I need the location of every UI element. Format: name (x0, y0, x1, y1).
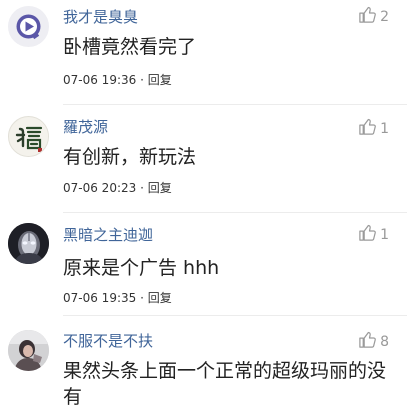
comment-item: 黑暗之主迪迦 1 原来是个广告 hhh 07-06 19:35 · 回复 (0, 213, 407, 316)
play-logo-avatar-icon (8, 6, 49, 47)
hero-avatar-icon (8, 223, 49, 264)
comment-item: 羅茂源 1 有创新，新玩法 07-06 20:23 · 回复 (0, 105, 407, 213)
comment-text: 果然头条上面一个正常的超级玛丽的没有 (63, 360, 387, 408)
like-button[interactable]: 1 (358, 117, 389, 136)
username[interactable]: 羅茂源 (63, 116, 108, 137)
user-avatar[interactable] (8, 330, 49, 371)
user-avatar[interactable] (8, 116, 49, 157)
thumbs-up-icon (359, 331, 376, 348)
meta-separator: · (140, 291, 148, 305)
like-button[interactable]: 8 (358, 330, 389, 349)
username[interactable]: 不服不是不扶 (63, 330, 153, 351)
comment-time: 07-06 19:35 (63, 291, 137, 305)
like-button[interactable]: 2 (358, 5, 389, 24)
comment-text: 有创新，新玩法 (63, 146, 197, 168)
comment-time: 07-06 20:23 (63, 181, 137, 195)
thumbs-up-icon (359, 118, 376, 135)
user-avatar[interactable] (8, 6, 49, 47)
thumbs-up-icon (359, 224, 376, 241)
reply-button[interactable]: 回复 (148, 73, 172, 87)
user-avatar[interactable] (8, 223, 49, 264)
like-count: 8 (380, 334, 389, 350)
like-count: 2 (380, 9, 389, 25)
photo-avatar-icon (8, 330, 49, 371)
thumbs-up-icon (359, 6, 376, 23)
like-count: 1 (380, 227, 389, 243)
comment-item: 不服不是不扶 8 果然头条上面一个正常的超级玛丽的没有 (0, 316, 407, 419)
comment-text: 卧槽竟然看完了 (63, 36, 197, 58)
reply-button[interactable]: 回复 (148, 181, 172, 195)
like-count: 1 (380, 121, 389, 137)
comment-text: 原来是个广告 hhh (63, 257, 220, 279)
username[interactable]: 黑暗之主迪迦 (63, 224, 153, 245)
comment-item: 我才是臭臭 2 卧槽竟然看完了 07-06 19:36 · 回复 (0, 0, 407, 105)
comment-meta: 07-06 19:36 · 回复 (63, 71, 172, 88)
comment-meta: 07-06 20:23 · 回复 (63, 179, 172, 196)
meta-separator: · (140, 73, 148, 87)
reply-button[interactable]: 回复 (148, 291, 172, 305)
comment-time: 07-06 19:36 (63, 73, 137, 87)
calligraphy-avatar-icon (9, 117, 48, 156)
comment-meta: 07-06 19:35 · 回复 (63, 289, 172, 306)
username[interactable]: 我才是臭臭 (63, 6, 138, 27)
like-button[interactable]: 1 (358, 223, 389, 242)
meta-separator: · (140, 181, 148, 195)
